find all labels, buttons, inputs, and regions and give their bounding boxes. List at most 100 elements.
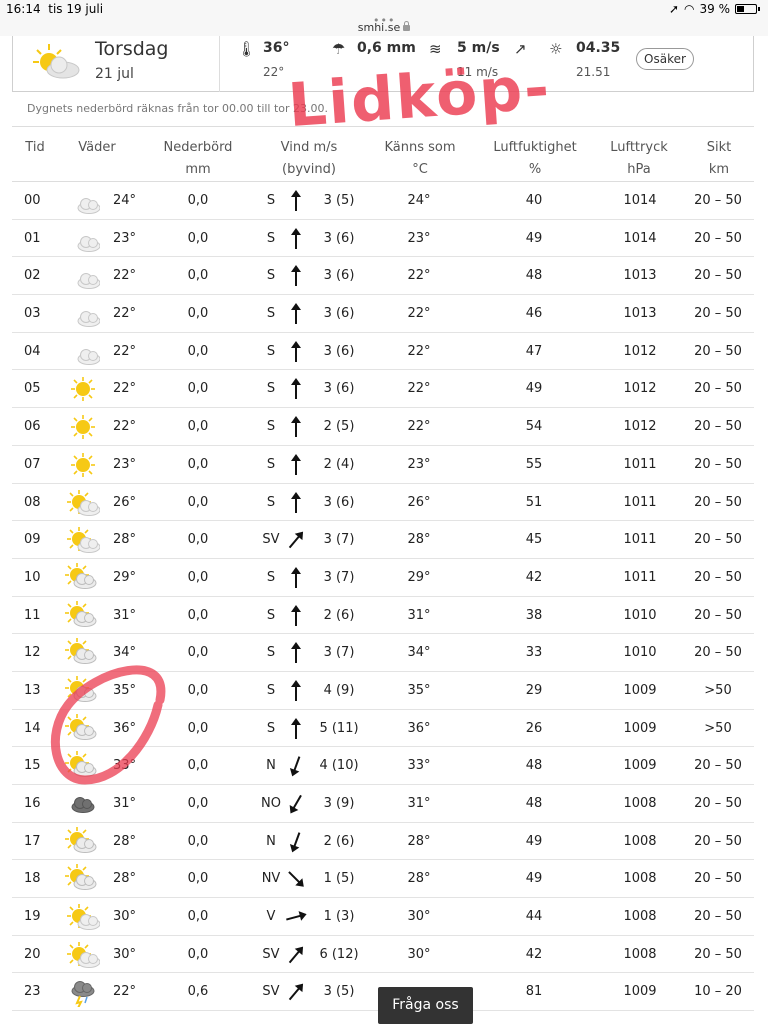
cell-wind: 3 (6) [323,343,355,359]
cell-wind: 2 (5) [323,419,355,435]
wind-arrow-icon [291,378,301,400]
cell-humidity: 47 [525,343,543,359]
cell-wind-dir: S [266,456,276,472]
ask-us-button[interactable]: Fråga oss [378,987,473,1024]
moon-cloud-icon [69,340,100,365]
precip-note: Dygnets nederbörd räknas från tor 00.00 … [27,102,329,115]
cloud-sun-icon [65,751,97,778]
cell-visibility: 20 – 50 [694,456,742,472]
table-row: 00 24° 0,0 S 3 (5) 24° 40 1014 20 – 50 [12,182,754,220]
url-text[interactable]: smhi.se [0,21,768,34]
cell-humidity: 48 [525,796,543,811]
cell-wind-dir: S [266,645,276,661]
header-vind: Vind m/s (byvind) [280,140,338,177]
cell-pressure: 1010 [623,607,657,623]
cell-pressure: 1013 [623,306,657,322]
cell-wind-dir: S [266,381,276,397]
header-lufttryck: Lufttryck hPa [610,140,668,177]
cell-wind: 3 (6) [323,381,355,397]
cell-time: 08 [24,494,41,510]
moon-cloud-icon [69,227,100,252]
cell-precip: 0,0 [187,607,209,623]
cell-time: 09 [24,532,41,548]
wind-arrow-icon [289,756,301,777]
table-row: 08 26° 0,0 S 3 (6) 26° 51 1011 20 – 50 [12,484,754,522]
cell-precip: 0,0 [187,456,209,472]
cell-wind: 4 (10) [319,758,359,774]
battery-nub [758,7,760,11]
cell-pressure: 1014 [623,193,657,208]
cell-humidity: 38 [525,607,543,623]
cell-precip: 0,0 [187,343,209,359]
cell-visibility: >50 [704,720,732,736]
cell-temp: 33° [113,758,137,774]
cell-visibility: 20 – 50 [694,758,742,774]
cell-temp: 36° [113,720,137,736]
table-row: 20 30° 0,0 SV 6 (12) 30° 42 1008 20 – 50 [12,936,754,974]
summary-divider [219,36,220,92]
cell-humidity: 26 [525,720,543,736]
cell-feels-like: 26° [407,494,431,510]
cell-temp: 28° [113,871,137,887]
thermometer-icon: 🌡︎ [237,40,257,58]
cloud-sun-icon [65,675,97,702]
summary-sunrise: 04.35 [576,40,621,56]
summary-wind: 5 m/s [457,40,500,56]
wind-arrow-icon [289,794,302,814]
cell-wind: 3 (5) [323,193,355,208]
cell-feels-like: 23° [407,456,431,472]
wind-arrow-icon [288,946,304,964]
cell-pressure: 1009 [623,984,657,1000]
cell-temp: 23° [113,456,137,472]
cell-feels-like: 29° [407,569,431,585]
cell-humidity: 46 [525,306,543,322]
table-row: 15 33° 0,0 N 4 (10) 33° 48 1009 20 – 50 [12,747,754,785]
table-row: 11 31° 0,0 S 2 (6) 31° 38 1010 20 – 50 [12,597,754,635]
wind-arrow-icon [288,984,304,1001]
cell-wind-dir: S [266,306,276,322]
cell-visibility: 20 – 50 [694,193,742,208]
cell-humidity: 33 [525,645,543,661]
sun-cloud-icon [67,904,100,931]
wind-arrow-icon [286,911,307,921]
cell-wind: 3 (9) [323,796,355,811]
cloud-sun-icon [65,826,97,853]
address-bar[interactable]: ••• smhi.se [0,14,768,36]
table-row: 12 34° 0,0 S 3 (7) 34° 33 1010 20 – 50 [12,634,754,672]
cell-pressure: 1008 [623,871,657,887]
cell-visibility: 20 – 50 [694,419,742,435]
table-row: 19 30° 0,0 V 1 (3) 30° 44 1008 20 – 50 [12,898,754,936]
table-row: 14 36° 0,0 S 5 (11) 36° 26 1009 >50 [12,710,754,748]
cell-time: 12 [24,645,41,661]
sunrise-icon: ☼ [549,40,563,58]
cell-temp: 22° [113,343,137,359]
cell-visibility: >50 [704,682,732,698]
cell-feels-like: 28° [407,532,431,548]
cell-wind: 3 (6) [323,306,355,322]
wind-arrow-icon [291,604,301,626]
cell-pressure: 1010 [623,645,657,661]
cell-pressure: 1011 [623,494,657,510]
cell-precip: 0,0 [187,381,209,397]
cell-humidity: 40 [525,193,543,208]
cell-precip: 0,0 [187,796,209,811]
cell-time: 04 [24,343,41,359]
cell-temp: 22° [113,268,137,284]
cell-visibility: 20 – 50 [694,946,742,962]
cell-visibility: 20 – 50 [694,645,742,661]
table-row: 18 28° 0,0 NV 1 (5) 28° 49 1008 20 – 50 [12,860,754,899]
moon-cloud-icon [69,190,100,214]
uncertain-button[interactable]: Osäker [636,48,694,70]
cell-feels-like: 33° [407,758,431,774]
sun-cloud-icon [33,44,80,79]
cell-humidity: 51 [525,494,543,510]
summary-temp-min: 22° [263,65,285,79]
cell-time: 17 [24,833,41,849]
cell-wind-dir: S [266,419,276,435]
cell-feels-like: 22° [407,343,431,359]
cell-precip: 0,0 [187,946,209,962]
cell-precip: 0,0 [187,306,209,322]
cell-humidity: 42 [525,946,543,962]
cell-precip: 0,0 [187,758,209,774]
cell-visibility: 20 – 50 [694,343,742,359]
